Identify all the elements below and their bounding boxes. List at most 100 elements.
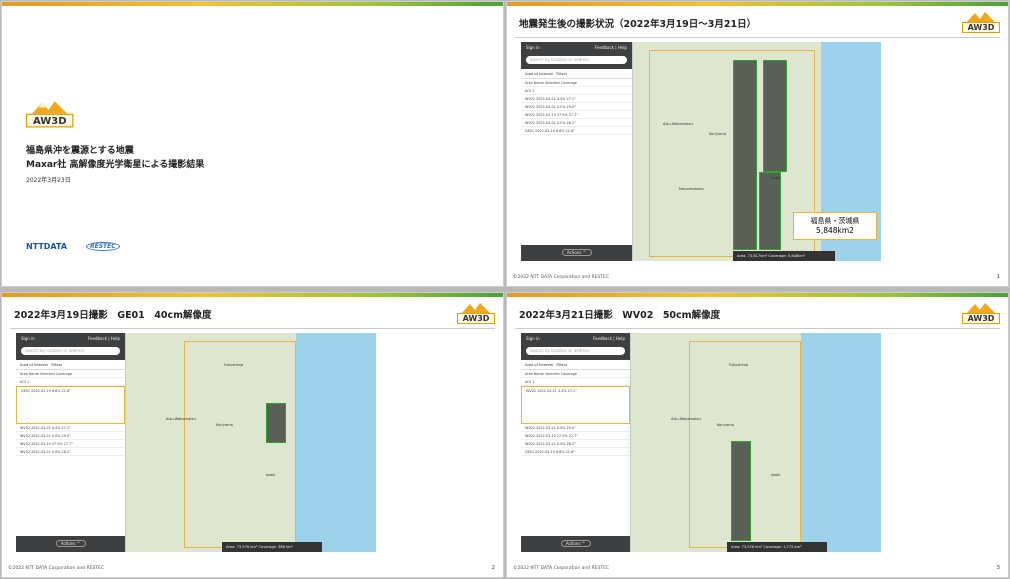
- aoi-outline: [184, 341, 296, 548]
- color-bar: [2, 2, 503, 6]
- sign-in-link[interactable]: Sign in: [21, 336, 35, 341]
- color-bar: [507, 293, 1008, 297]
- callout-area: 5,848km2: [816, 226, 854, 235]
- filters-tool[interactable]: Filters: [556, 72, 567, 76]
- town-label: Iwaki: [266, 473, 276, 477]
- aw3d-logo: AW3D: [457, 302, 495, 324]
- search-input[interactable]: Search by location or address: [526, 347, 625, 355]
- nttdata-logo: NTTDATA: [26, 242, 68, 251]
- town-label: Fukushima: [729, 363, 749, 367]
- status-bar: Area: 73,817km² Coverage: 5,848km²: [733, 251, 835, 261]
- list-item[interactable]: GE01 2022-03-19 8.8% 21.6°: [521, 127, 632, 135]
- town-label: Aizu-Wakamatsu: [166, 417, 196, 421]
- sign-in-link[interactable]: Sign in: [526, 336, 540, 341]
- town-label: Koriyama: [216, 423, 233, 427]
- image-strip[interactable]: [763, 60, 787, 172]
- town-label: Nasushiobara: [679, 187, 704, 191]
- actions-button[interactable]: Actions ^: [560, 540, 591, 547]
- cover-title-1: 福島県沖を震源とする地震: [26, 146, 134, 156]
- sea: [801, 333, 881, 552]
- divider: [10, 328, 495, 329]
- page-number: 1: [996, 274, 1001, 280]
- divider: [515, 37, 1000, 38]
- cover-title-2: Maxar社 高解像度光学衛星による撮影結果: [26, 160, 205, 170]
- aoi-tool[interactable]: Area of Interest: [525, 72, 553, 76]
- color-bar: [2, 293, 503, 297]
- footer: ©2022 NTT DATA Corporation and RESTEC: [8, 566, 105, 571]
- status-bar: Area: 73,576 km² Coverage: 1,775 km²: [727, 542, 827, 552]
- filters-tool[interactable]: Filters: [556, 363, 567, 367]
- feedback-link[interactable]: Feedback | Help: [593, 336, 625, 341]
- image-strip[interactable]: [759, 172, 781, 250]
- cover-date: 2022年3月23日: [26, 177, 71, 184]
- coverage-callout: 福島県・茨城県 5,848km2: [793, 212, 877, 240]
- side-panel: Sign in Feedback | Help Search by location…: [521, 42, 633, 261]
- aoi-row[interactable]: AOI 1: [521, 87, 632, 95]
- callout-region: 福島県・茨城県: [810, 217, 860, 225]
- town-label: Fukushima: [224, 363, 244, 367]
- list-item[interactable]: WV02 2022-03-21 0.0% 28.2°: [521, 440, 630, 448]
- list-item[interactable]: WV02 2022-03-19 27.5% 27.7°: [521, 111, 632, 119]
- aoi-outline: [649, 50, 815, 257]
- slide-title: 地震発生後の撮影状況（2022年3月19日～3月21日）: [519, 19, 757, 30]
- aw3d-logo: AW3D: [962, 11, 1000, 33]
- sign-in-link[interactable]: Sign in: [526, 45, 540, 50]
- list-item[interactable]: WV02 2022-03-19 27.5% 27.7°: [521, 432, 630, 440]
- status-bar: Area: 73,576 km² Coverage: 386 km²: [222, 542, 322, 552]
- filters-tool[interactable]: Filters: [51, 363, 62, 367]
- map-view[interactable]: Fukushima Koriyama Aizu-Wakamatsu Iwaki …: [16, 333, 376, 552]
- slide-title: 2022年3月21日撮影 WV02 50cm解像度: [519, 310, 721, 321]
- image-strip[interactable]: [733, 60, 757, 250]
- town-label: Iwaki: [771, 176, 781, 180]
- town-label: Koriyama: [717, 423, 734, 427]
- aw3d-logo: AW3D: [26, 100, 74, 128]
- cover-slide: AW3D 福島県沖を震源とする地震 Maxar社 高解像度光学衛星による撮影結果…: [1, 1, 504, 287]
- table-header: Area Name Selected Coverage: [16, 370, 125, 378]
- slide-title: 2022年3月19日撮影 GE01 40cm解像度: [14, 310, 212, 321]
- image-strip[interactable]: [266, 403, 286, 443]
- divider: [515, 328, 1000, 329]
- aw3d-logo: AW3D: [962, 302, 1000, 324]
- table-header: Area Name Selected Coverage: [521, 370, 630, 378]
- list-item[interactable]: WV02 2022-03-21 4.4% 27.1°: [16, 424, 125, 432]
- page-number: 2: [491, 565, 496, 571]
- aoi-row[interactable]: AOI 1: [16, 378, 125, 386]
- actions-button[interactable]: Actions ^: [561, 249, 592, 256]
- list-item[interactable]: WV02 2022-03-19 27.5% 27.7°: [16, 440, 125, 448]
- list-item[interactable]: WV02 2022-03-21 0.0% 29.0°: [521, 103, 632, 111]
- wv02-slide: 2022年3月21日撮影 WV02 50cm解像度 AW3D Fukushima…: [506, 292, 1009, 578]
- table-header: Area Name Selected Coverage: [521, 79, 632, 87]
- list-item[interactable]: WV02 2022-03-21 4.4% 27.1°: [521, 95, 632, 103]
- aoi-tool[interactable]: Area of Interest: [525, 363, 553, 367]
- search-input[interactable]: Search by location or address: [526, 56, 627, 64]
- aoi-row[interactable]: AOI 1: [521, 378, 630, 386]
- sea: [296, 333, 376, 552]
- overview-slide: 地震発生後の撮影状況（2022年3月19日～3月21日） AW3D Koriya…: [506, 1, 1009, 287]
- list-item[interactable]: WV02 2022-03-21 0.0% 29.0°: [16, 432, 125, 440]
- town-label: Iwaki: [771, 473, 781, 477]
- ge01-slide: 2022年3月19日撮影 GE01 40cm解像度 AW3D Fukushima…: [1, 292, 504, 578]
- side-panel: Sign in Feedback | Help Search by location…: [521, 333, 631, 552]
- town-label: Koriyama: [709, 132, 726, 136]
- search-input[interactable]: Search by location or address: [21, 347, 120, 355]
- selected-item[interactable]: GE01 2022-03-19 8.8% 21.6°: [16, 386, 125, 424]
- town-label: Aizu-Wakamatsu: [663, 122, 693, 126]
- restec-logo: RESTEC: [86, 242, 120, 251]
- footer: ©2022 NTT DATA Corporation and RESTEC: [513, 275, 610, 280]
- feedback-link[interactable]: Feedback | Help: [595, 45, 627, 50]
- selected-item[interactable]: WV02 2022-03-21 4.4% 27.1°: [521, 386, 630, 424]
- town-label: Aizu-Wakamatsu: [671, 417, 701, 421]
- page-number: 3: [996, 565, 1001, 571]
- feedback-link[interactable]: Feedback | Help: [88, 336, 120, 341]
- side-panel: Sign in Feedback | Help Search by location…: [16, 333, 126, 552]
- map-view[interactable]: Fukushima Koriyama Aizu-Wakamatsu Iwaki …: [521, 333, 881, 552]
- list-item[interactable]: WV02 2022-03-21 0.0% 29.0°: [521, 424, 630, 432]
- list-item[interactable]: WV02 2022-03-21 0.0% 28.2°: [16, 448, 125, 456]
- image-strip[interactable]: [731, 441, 751, 541]
- list-item[interactable]: GE01 2022-03-19 8.8% 21.6°: [521, 448, 630, 456]
- list-item[interactable]: WV02 2022-03-21 0.0% 28.2°: [521, 119, 632, 127]
- actions-button[interactable]: Actions ^: [55, 540, 86, 547]
- footer: ©2022 NTT DATA Corporation and RESTEC: [513, 566, 610, 571]
- aoi-tool[interactable]: Area of Interest: [20, 363, 48, 367]
- color-bar: [507, 2, 1008, 6]
